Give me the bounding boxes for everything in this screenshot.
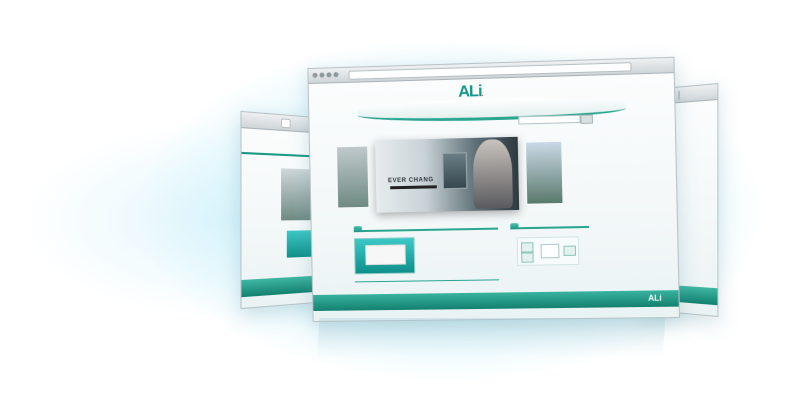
banner-slide-next[interactable] [526, 141, 563, 204]
diagram-center [540, 243, 560, 259]
site-footer [313, 290, 679, 311]
diagram-node [521, 252, 534, 263]
banner-slide-prev[interactable] [337, 146, 369, 208]
browser-window-main: ALi. EVER CHANG ALi [307, 56, 681, 322]
search-input[interactable] [518, 114, 581, 125]
reload-icon[interactable] [326, 72, 332, 78]
banner-title: EVER CHANG [387, 177, 434, 185]
site-logo[interactable]: ALi. [458, 83, 483, 102]
panel-heading [510, 223, 519, 230]
news-panel [353, 226, 500, 283]
forward-icon[interactable] [319, 72, 325, 78]
top-links [640, 86, 653, 90]
info-panel [510, 223, 591, 301]
home-icon[interactable] [333, 72, 339, 78]
search-button[interactable] [580, 114, 594, 124]
website-page: ALi. EVER CHANG ALi [308, 73, 679, 321]
address-bar[interactable] [281, 118, 291, 129]
person-image [472, 138, 513, 209]
banner-tagline [390, 185, 437, 190]
device-screen-image [442, 152, 468, 190]
diagram-node [563, 245, 577, 256]
panel-heading [353, 226, 362, 233]
news-thumbnail[interactable] [353, 237, 416, 275]
address-bar[interactable] [677, 90, 680, 101]
hero-banner[interactable]: EVER CHANG [337, 136, 563, 213]
divider [354, 279, 500, 283]
diagram-node [520, 242, 534, 253]
footer-logo: ALi [648, 293, 662, 303]
floor-reflection [316, 318, 666, 358]
system-diagram [516, 236, 580, 266]
back-icon[interactable] [312, 72, 318, 78]
